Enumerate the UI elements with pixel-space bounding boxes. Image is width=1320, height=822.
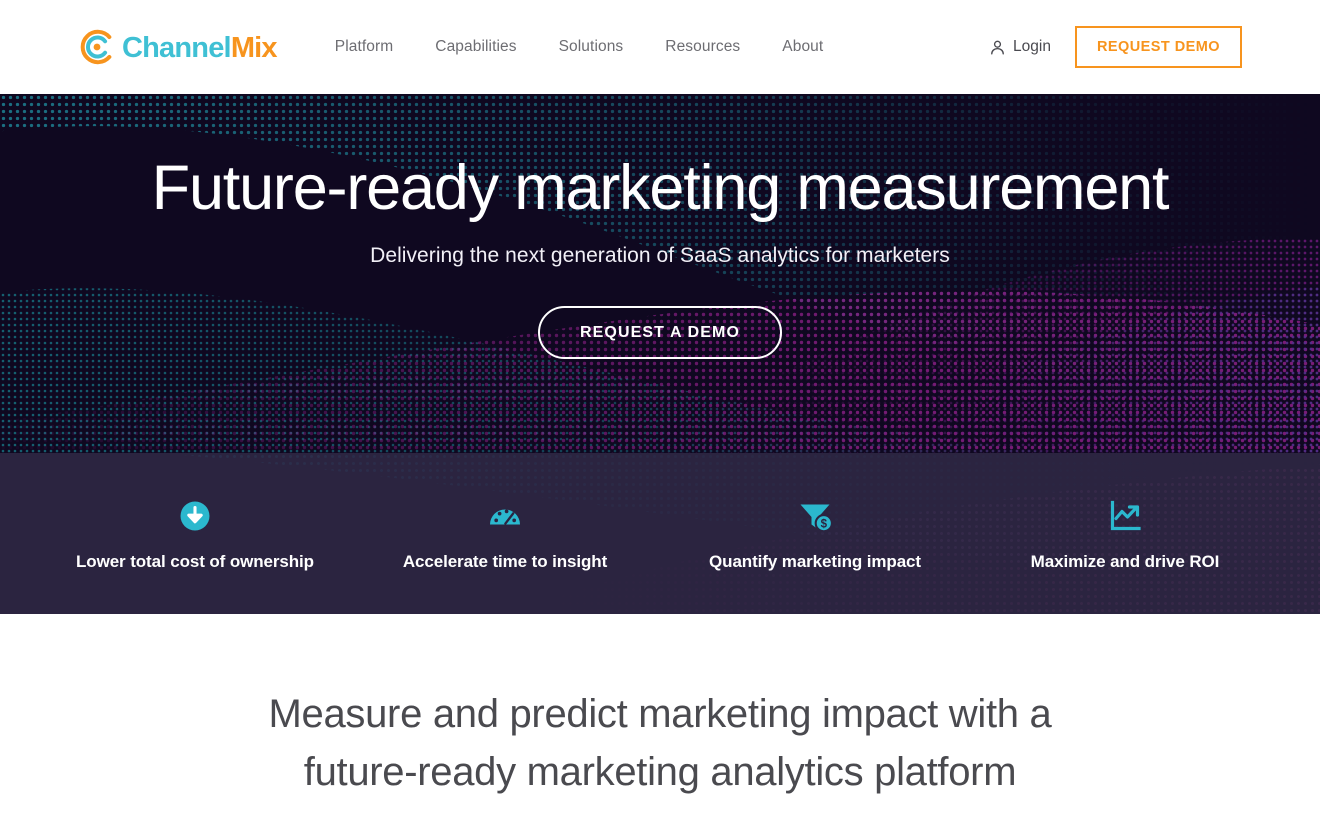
section-heading-line-2: future-ready marketing analytics platfor… <box>303 749 1017 794</box>
request-demo-button-header[interactable]: REQUEST DEMO <box>1074 26 1242 68</box>
feature-item-accelerate-insight[interactable]: Accelerate time to insight <box>350 496 660 572</box>
feature-highlights-band: Lower total cost of ownership Accelerate… <box>0 453 1320 614</box>
channelmix-circle-logo-icon <box>80 29 112 65</box>
site-header: ChannelMix Platform Capabilities Solutio… <box>0 0 1320 94</box>
hero-section: Future-ready marketing measurement Deliv… <box>0 94 1320 453</box>
header-actions: Login REQUEST DEMO <box>989 26 1242 68</box>
nav-item-platform[interactable]: Platform <box>335 38 394 56</box>
arrow-down-circle-icon <box>180 501 210 530</box>
request-a-demo-button-hero[interactable]: REQUEST A DEMO <box>537 306 782 360</box>
hero-content: Future-ready marketing measurement Deliv… <box>0 94 1320 453</box>
login-link[interactable]: Login <box>989 38 1051 56</box>
nav-item-solutions[interactable]: Solutions <box>559 38 624 56</box>
feature-item-lower-tco[interactable]: Lower total cost of ownership <box>40 496 350 572</box>
login-label: Login <box>1013 38 1051 55</box>
speedometer-icon <box>490 509 520 525</box>
hero-title: Future-ready marketing measurement <box>151 153 1170 223</box>
chart-trending-up-icon <box>1110 500 1141 530</box>
nav-item-capabilities[interactable]: Capabilities <box>435 38 516 56</box>
feature-item-maximize-roi[interactable]: Maximize and drive ROI <box>970 496 1280 572</box>
feature-label: Maximize and drive ROI <box>1030 551 1220 571</box>
svg-text:$: $ <box>821 518 828 530</box>
nav-item-about[interactable]: About <box>782 38 823 56</box>
nav-item-resources[interactable]: Resources <box>665 38 740 56</box>
feature-label: Lower total cost of ownership <box>76 551 314 571</box>
brand-word-channel: Channel <box>122 31 232 64</box>
brand-logo[interactable]: ChannelMix <box>78 28 278 66</box>
section-heading-line-1: Measure and predict marketing impact wit… <box>268 692 1052 736</box>
section-heading: Measure and predict marketing impact wit… <box>210 686 1110 801</box>
hero-subtitle: Delivering the next generation of SaaS a… <box>370 244 950 268</box>
feature-label: Quantify marketing impact <box>709 551 921 571</box>
user-icon <box>991 40 1004 55</box>
feature-item-quantify-impact[interactable]: $ Quantify marketing impact <box>660 496 970 572</box>
feature-list: Lower total cost of ownership Accelerate… <box>0 453 1320 614</box>
value-proposition-section: Measure and predict marketing impact wit… <box>0 614 1320 802</box>
brand-word-mix: Mix <box>230 31 278 64</box>
funnel-dollar-icon: $ <box>800 504 833 532</box>
feature-label: Accelerate time to insight <box>402 551 608 571</box>
main-navigation: Platform Capabilities Solutions Resource… <box>335 38 824 56</box>
brand-wordmark: ChannelMix <box>122 31 278 64</box>
